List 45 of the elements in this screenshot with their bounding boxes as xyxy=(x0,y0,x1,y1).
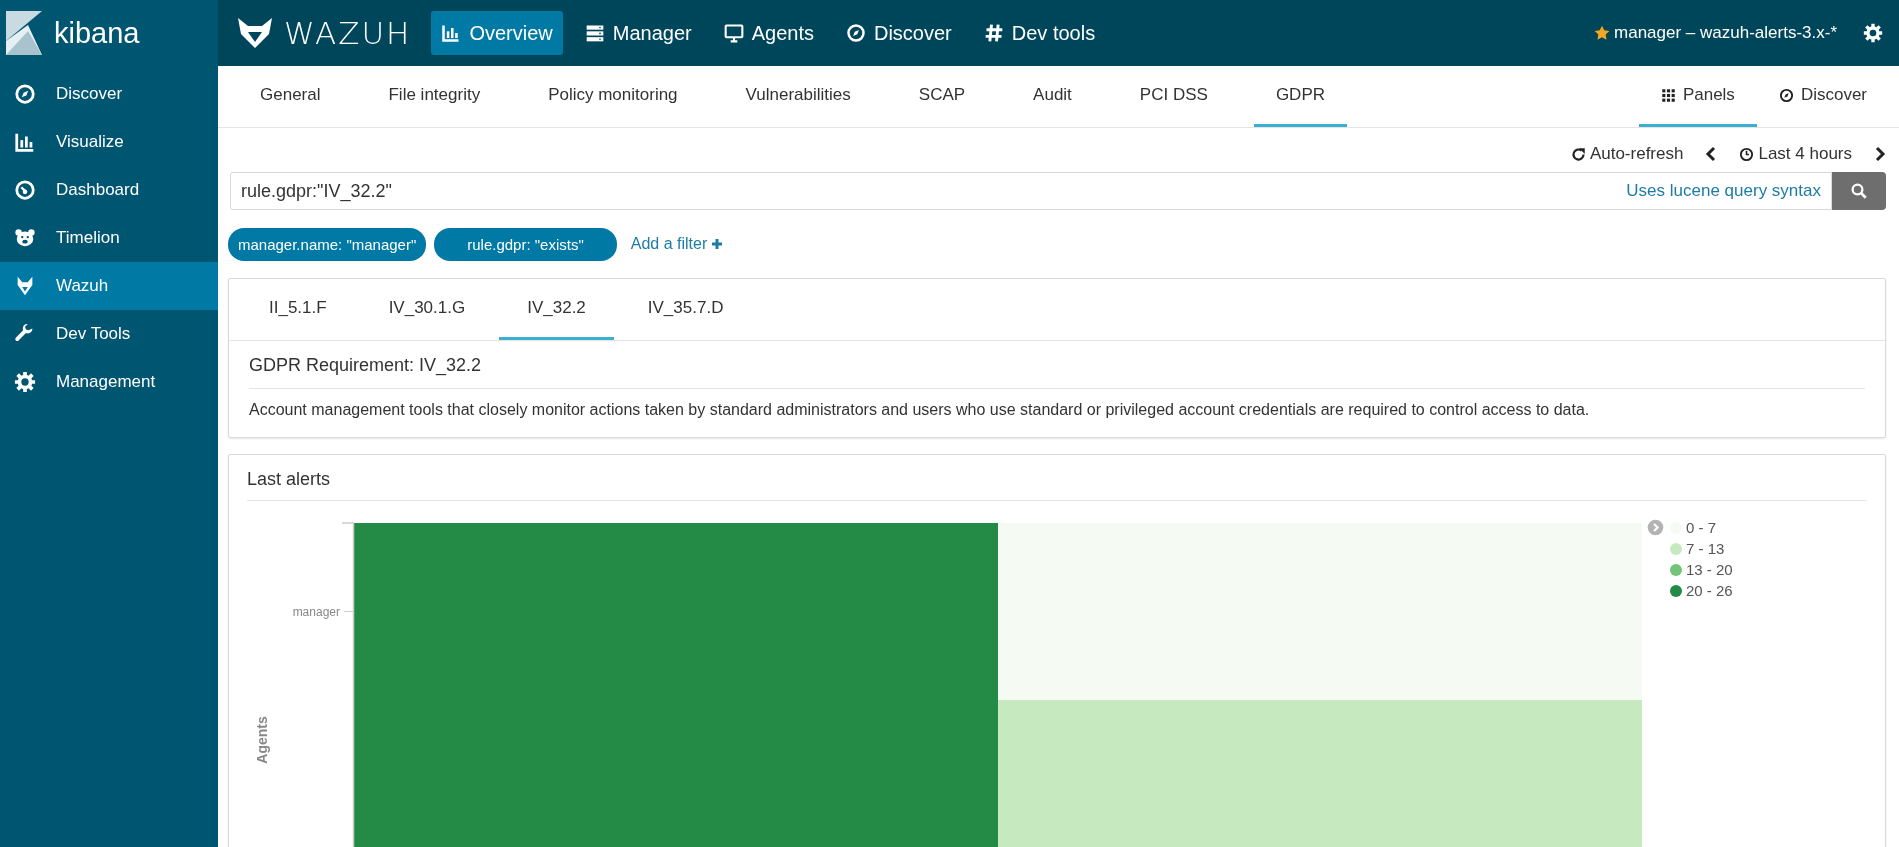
nav-tab[interactable]: Discover xyxy=(835,11,962,55)
brand-name: WAZUH xyxy=(284,15,412,51)
tab[interactable]: Panels xyxy=(1638,66,1757,127)
panel-title: Last alerts xyxy=(247,469,1867,501)
tab[interactable]: SCAP xyxy=(896,66,988,127)
tab[interactable]: Vulnerabilities xyxy=(723,66,873,127)
requirement-tab[interactable]: II_5.1.F xyxy=(241,279,355,340)
tab[interactable]: GDPR xyxy=(1253,66,1347,127)
requirement-tab[interactable]: IV_32.2 xyxy=(499,279,614,340)
sidebar-item[interactable]: Dev Tools xyxy=(0,310,218,358)
tab[interactable]: PCI DSS xyxy=(1117,66,1230,127)
legend-label[interactable]: 0 - 7 xyxy=(1686,519,1716,536)
tab[interactable]: Discover xyxy=(1756,66,1889,127)
query-syntax-link[interactable]: Uses lucene query syntax xyxy=(1626,181,1821,201)
sidebar-item[interactable]: Management xyxy=(0,358,218,406)
index-pattern-selector[interactable]: manager – wazuh-alerts-3.x-* xyxy=(1594,23,1837,43)
tab[interactable]: File integrity xyxy=(366,66,503,127)
nav-tab[interactable]: Overview xyxy=(431,11,563,55)
tab[interactable]: Policy monitoring xyxy=(526,66,700,127)
tab[interactable]: Audit xyxy=(1011,66,1094,127)
nav-tab[interactable]: Manager xyxy=(574,11,702,55)
legend-label[interactable]: 20 - 26 xyxy=(1686,582,1733,599)
filter-pill[interactable]: manager.name: "manager" xyxy=(228,227,427,261)
requirement-tab[interactable]: IV_35.7.D xyxy=(619,279,752,340)
requirement-description: Account management tools that closely monitor actions taken by standard administrators and users who use standard or privileged account credentials are required to control access to data. xyxy=(249,401,1591,419)
search-input[interactable]: rule.gdpr:"IV_32.2" xyxy=(241,180,1627,202)
axis-title: Agents xyxy=(254,716,270,764)
requirement-tab[interactable]: IV_30.1.G xyxy=(360,279,494,340)
nav-tab[interactable]: Agents xyxy=(713,11,824,55)
app-name: kibana xyxy=(54,16,140,50)
sidebar-item[interactable]: Visualize xyxy=(0,118,218,166)
add-filter-link[interactable]: Add a filter xyxy=(630,235,724,253)
sidebar-item[interactable]: Wazuh xyxy=(0,262,218,310)
axis-label: manager xyxy=(292,604,340,619)
sidebar-item[interactable]: Dashboard xyxy=(0,166,218,214)
nav-tab[interactable]: Dev tools xyxy=(973,11,1106,55)
legend-label[interactable]: 13 - 20 xyxy=(1686,561,1733,578)
sidebar-item[interactable]: Timelion xyxy=(0,214,218,262)
time-range-button[interactable]: Last 4 hours xyxy=(1739,144,1852,164)
sidebar-item[interactable]: Discover xyxy=(0,70,218,118)
auto-refresh-button[interactable]: Auto-refresh xyxy=(1570,144,1684,164)
legend-label[interactable]: 7 - 13 xyxy=(1686,540,1725,557)
filter-pill[interactable]: rule.gdpr: "exists" xyxy=(434,227,617,261)
requirement-title: GDPR Requirement: IV_32.2 xyxy=(249,355,1865,389)
tab[interactable]: General xyxy=(238,66,343,127)
